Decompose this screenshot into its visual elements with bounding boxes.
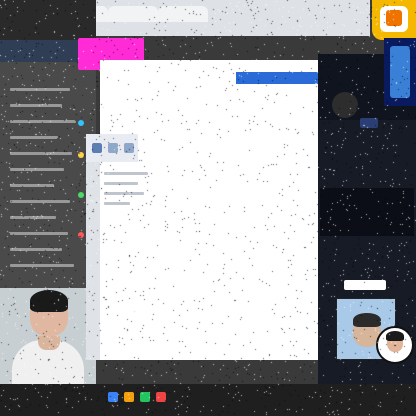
sidebar-line	[10, 248, 62, 251]
document-outline	[104, 172, 154, 212]
logo-mark	[386, 10, 402, 26]
left-sidebar-list	[10, 80, 88, 290]
label-row-2[interactable]	[236, 72, 322, 84]
stream-small-button[interactable]	[344, 280, 386, 290]
label-row-3[interactable]	[236, 86, 322, 98]
outline-line	[104, 172, 148, 175]
promo-line-1	[84, 40, 138, 52]
stream-avatar[interactable]	[332, 92, 358, 118]
sidebar-line	[10, 264, 74, 267]
streamer-avatar	[376, 326, 414, 364]
sidebar-line	[10, 136, 58, 139]
sidebar-line	[10, 200, 70, 203]
taskbar-icon-1[interactable]	[108, 392, 118, 402]
sidebar-line	[10, 184, 54, 187]
outline-line	[104, 202, 130, 205]
person-hair	[30, 290, 68, 312]
sidebar-line	[10, 88, 70, 91]
decorative-glyph	[390, 46, 410, 98]
avatar-hair	[386, 331, 404, 341]
sidebar-line	[10, 232, 68, 235]
decorative-banner	[384, 38, 416, 106]
status-dot	[78, 120, 84, 126]
left-sidebar-header	[0, 0, 96, 40]
sidebar-line	[10, 104, 62, 107]
taskbar-icon-3[interactable]	[140, 392, 150, 402]
status-dot	[78, 152, 84, 158]
stream-tab[interactable]	[360, 118, 378, 128]
taskbar-icon-2[interactable]	[124, 392, 134, 402]
label-stack	[236, 58, 322, 110]
taskbar-icon-4[interactable]	[156, 392, 166, 402]
toolbar-icon[interactable]	[108, 143, 118, 153]
status-dot	[78, 232, 84, 238]
logo-badge-icon	[372, 0, 416, 40]
left-sidebar-title	[6, 44, 63, 58]
person-neck	[38, 336, 60, 350]
sidebar-line	[10, 120, 76, 123]
sidebar-line	[10, 216, 56, 219]
document-left-rail	[86, 134, 100, 360]
browser-tab-4[interactable]	[158, 6, 208, 22]
label-row-1[interactable]	[236, 58, 322, 70]
toolbar-icon[interactable]	[124, 143, 134, 153]
outline-line	[104, 182, 138, 185]
screen	[0, 0, 416, 416]
preview-hair	[353, 313, 381, 327]
outline-line	[104, 192, 144, 195]
status-dot	[78, 192, 84, 198]
stream-chat-section	[320, 188, 414, 236]
browser-tab-3[interactable]	[108, 6, 158, 22]
taskbar	[0, 384, 416, 416]
toolbar-icon[interactable]	[92, 143, 102, 153]
sidebar-line	[10, 168, 64, 171]
document-toolbar	[86, 134, 138, 162]
sidebar-line	[10, 152, 72, 155]
